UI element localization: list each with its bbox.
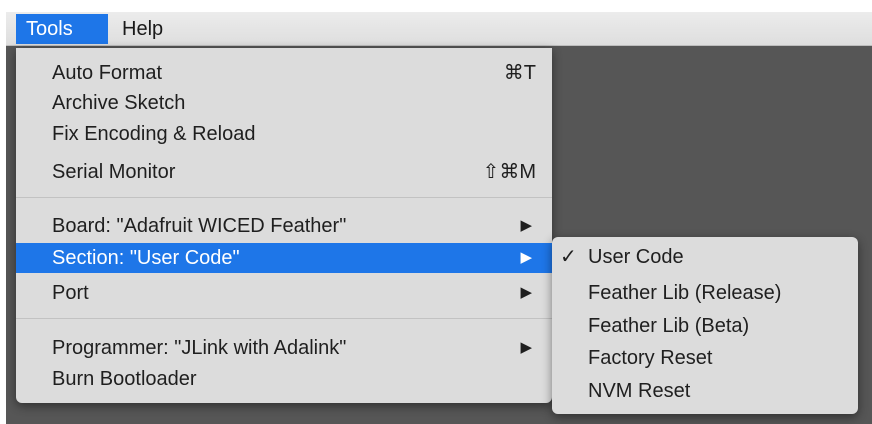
submenu-item-label: NVM Reset: [588, 380, 691, 402]
menu-item-serial-monitor[interactable]: Serial Monitor ⇧⌘M: [16, 157, 552, 187]
menu-item-label: Fix Encoding & Reload: [52, 123, 256, 145]
submenu-item-label: Feather Lib (Release): [588, 282, 782, 304]
shortcut-label: ⌘T: [503, 62, 536, 84]
menu-item-label: Section: "User Code": [52, 247, 240, 269]
checkmark-icon: ✓: [560, 246, 577, 268]
menu-item-label: Port: [52, 282, 89, 304]
submenu-arrow-icon: ▶: [520, 284, 532, 301]
submenu-item-feather-lib-release[interactable]: Feather Lib (Release): [552, 277, 858, 309]
shortcut-label: ⇧⌘M: [482, 161, 536, 183]
menu-item-label: Serial Monitor: [52, 161, 176, 183]
menu-item-burn-bootloader[interactable]: Burn Bootloader: [16, 364, 552, 394]
menu-item-section[interactable]: Section: "User Code" ▶: [16, 243, 552, 273]
menu-bar: Tools Help: [6, 12, 872, 46]
submenu-item-feather-lib-beta[interactable]: Feather Lib (Beta): [552, 310, 858, 342]
menu-separator: [16, 318, 552, 319]
submenu-item-user-code[interactable]: ✓ User Code: [552, 241, 858, 273]
submenu-arrow-icon: ▶: [520, 217, 532, 234]
menubar-tools[interactable]: Tools: [16, 14, 108, 44]
section-submenu: ✓ User Code Feather Lib (Release) Feathe…: [552, 237, 858, 414]
menu-item-label: Programmer: "JLink with Adalink": [52, 337, 347, 359]
menu-item-port[interactable]: Port ▶: [16, 278, 552, 308]
screen: Tools Help Auto Format ⌘T Archive Sketch…: [0, 0, 872, 424]
menu-item-label: Burn Bootloader: [52, 368, 197, 390]
submenu-arrow-icon: ▶: [520, 339, 532, 356]
submenu-item-label: User Code: [588, 246, 684, 268]
menu-separator: [16, 197, 552, 198]
menu-item-label: Board: "Adafruit WICED Feather": [52, 215, 347, 237]
menu-item-archive-sketch[interactable]: Archive Sketch: [16, 88, 552, 118]
menu-item-auto-format[interactable]: Auto Format ⌘T: [16, 58, 552, 88]
menu-item-fix-encoding[interactable]: Fix Encoding & Reload: [16, 119, 552, 149]
submenu-item-factory-reset[interactable]: Factory Reset: [552, 342, 858, 374]
menu-item-label: Archive Sketch: [52, 92, 186, 114]
menu-item-board[interactable]: Board: "Adafruit WICED Feather" ▶: [16, 211, 552, 241]
menubar-help[interactable]: Help: [112, 14, 182, 44]
submenu-item-label: Feather Lib (Beta): [588, 315, 750, 337]
submenu-arrow-icon: ▶: [520, 249, 532, 266]
tools-menu: Auto Format ⌘T Archive Sketch Fix Encodi…: [16, 48, 552, 403]
menu-item-programmer[interactable]: Programmer: "JLink with Adalink" ▶: [16, 333, 552, 363]
submenu-item-nvm-reset[interactable]: NVM Reset: [552, 375, 858, 407]
menu-item-label: Auto Format: [52, 62, 163, 84]
submenu-item-label: Factory Reset: [588, 347, 713, 369]
